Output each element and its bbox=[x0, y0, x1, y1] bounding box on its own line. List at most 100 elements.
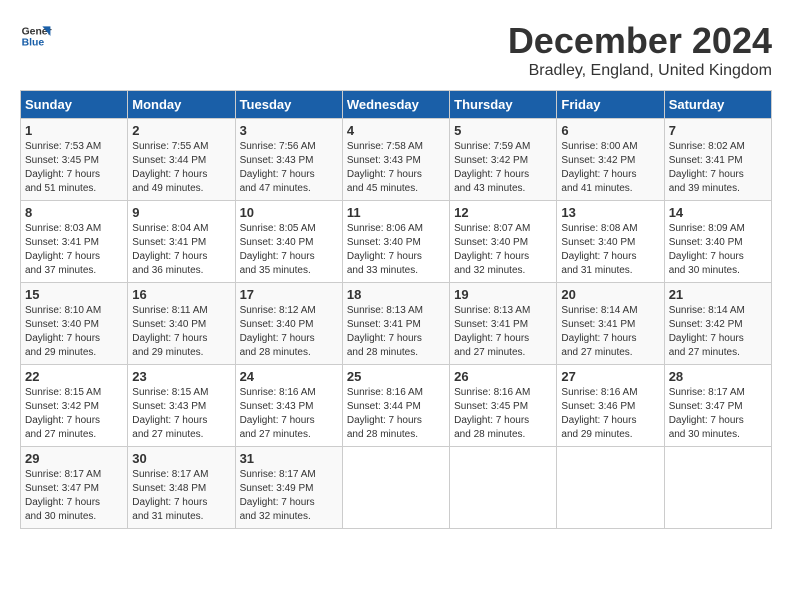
day-info: Sunrise: 8:17 AM Sunset: 3:49 PM Dayligh… bbox=[240, 468, 338, 524]
day-cell bbox=[664, 447, 771, 529]
day-info: Sunrise: 8:17 AM Sunset: 3:48 PM Dayligh… bbox=[132, 468, 230, 524]
day-cell: 11 Sunrise: 8:06 AM Sunset: 3:40 PM Dayli… bbox=[342, 201, 449, 283]
day-cell: 9 Sunrise: 8:04 AM Sunset: 3:41 PM Daylig… bbox=[128, 201, 235, 283]
day-cell: 27Sunrise: 8:16 AM Sunset: 3:46 PM Dayli… bbox=[557, 365, 664, 447]
page-header: General Blue December 2024 Bradley, Engl… bbox=[20, 20, 772, 80]
day-info: Sunrise: 8:04 AM Sunset: 3:41 PM Dayligh… bbox=[132, 222, 230, 278]
day-info: Sunrise: 8:08 AM Sunset: 3:40 PM Dayligh… bbox=[561, 222, 659, 278]
day-number: 11 bbox=[347, 205, 445, 220]
day-number: 9 bbox=[132, 205, 230, 220]
day-info: Sunrise: 8:11 AM Sunset: 3:40 PM Dayligh… bbox=[132, 304, 230, 360]
logo: General Blue bbox=[20, 20, 52, 52]
day-number: 5 bbox=[454, 123, 552, 138]
day-number: 3 bbox=[240, 123, 338, 138]
day-cell bbox=[557, 447, 664, 529]
day-cell: 2 Sunrise: 7:55 AM Sunset: 3:44 PM Daylig… bbox=[128, 119, 235, 201]
day-info: Sunrise: 8:13 AM Sunset: 3:41 PM Dayligh… bbox=[347, 304, 445, 360]
day-number: 18 bbox=[347, 287, 445, 302]
day-number: 22 bbox=[25, 369, 123, 384]
day-cell: 26Sunrise: 8:16 AM Sunset: 3:45 PM Dayli… bbox=[450, 365, 557, 447]
day-cell: 14Sunrise: 8:09 AM Sunset: 3:40 PM Dayli… bbox=[664, 201, 771, 283]
day-number: 25 bbox=[347, 369, 445, 384]
day-cell: 3Sunrise: 7:56 AM Sunset: 3:43 PM Daylig… bbox=[235, 119, 342, 201]
day-cell: 29Sunrise: 8:17 AM Sunset: 3:47 PM Dayli… bbox=[21, 447, 128, 529]
day-number: 19 bbox=[454, 287, 552, 302]
day-info: Sunrise: 8:07 AM Sunset: 3:40 PM Dayligh… bbox=[454, 222, 552, 278]
day-number: 24 bbox=[240, 369, 338, 384]
day-info: Sunrise: 8:02 AM Sunset: 3:41 PM Dayligh… bbox=[669, 140, 767, 196]
header-saturday: Saturday bbox=[664, 91, 771, 119]
day-info: Sunrise: 8:05 AM Sunset: 3:40 PM Dayligh… bbox=[240, 222, 338, 278]
week-row-2: 8 Sunrise: 8:03 AM Sunset: 3:41 PM Daylig… bbox=[21, 201, 772, 283]
day-number: 16 bbox=[132, 287, 230, 302]
day-info: Sunrise: 8:15 AM Sunset: 3:42 PM Dayligh… bbox=[25, 386, 123, 442]
day-cell: 6 Sunrise: 8:00 AM Sunset: 3:42 PM Daylig… bbox=[557, 119, 664, 201]
day-info: Sunrise: 8:03 AM Sunset: 3:41 PM Dayligh… bbox=[25, 222, 123, 278]
day-cell: 25 Sunrise: 8:16 AM Sunset: 3:44 PM Dayli… bbox=[342, 365, 449, 447]
day-cell: 15 Sunrise: 8:10 AM Sunset: 3:40 PM Dayli… bbox=[21, 283, 128, 365]
day-info: Sunrise: 8:14 AM Sunset: 3:42 PM Dayligh… bbox=[669, 304, 767, 360]
day-info: Sunrise: 8:12 AM Sunset: 3:40 PM Dayligh… bbox=[240, 304, 338, 360]
day-info: Sunrise: 7:53 AM Sunset: 3:45 PM Dayligh… bbox=[25, 140, 123, 196]
day-cell: 1 Sunrise: 7:53 AM Sunset: 3:45 PM Daylig… bbox=[21, 119, 128, 201]
header-monday: Monday bbox=[128, 91, 235, 119]
header-sunday: Sunday bbox=[21, 91, 128, 119]
day-info: Sunrise: 8:06 AM Sunset: 3:40 PM Dayligh… bbox=[347, 222, 445, 278]
day-info: Sunrise: 8:16 AM Sunset: 3:46 PM Dayligh… bbox=[561, 386, 659, 442]
day-cell: 19 Sunrise: 8:13 AM Sunset: 3:41 PM Dayli… bbox=[450, 283, 557, 365]
day-cell: 10Sunrise: 8:05 AM Sunset: 3:40 PM Dayli… bbox=[235, 201, 342, 283]
day-cell: 13 Sunrise: 8:08 AM Sunset: 3:40 PM Dayli… bbox=[557, 201, 664, 283]
day-number: 21 bbox=[669, 287, 767, 302]
day-number: 12 bbox=[454, 205, 552, 220]
day-info: Sunrise: 8:10 AM Sunset: 3:40 PM Dayligh… bbox=[25, 304, 123, 360]
day-cell: 28 Sunrise: 8:17 AM Sunset: 3:47 PM Dayli… bbox=[664, 365, 771, 447]
day-number: 6 bbox=[561, 123, 659, 138]
day-cell: 17Sunrise: 8:12 AM Sunset: 3:40 PM Dayli… bbox=[235, 283, 342, 365]
day-info: Sunrise: 8:17 AM Sunset: 3:47 PM Dayligh… bbox=[25, 468, 123, 524]
day-number: 15 bbox=[25, 287, 123, 302]
day-number: 28 bbox=[669, 369, 767, 384]
day-info: Sunrise: 7:55 AM Sunset: 3:44 PM Dayligh… bbox=[132, 140, 230, 196]
day-cell: 8 Sunrise: 8:03 AM Sunset: 3:41 PM Daylig… bbox=[21, 201, 128, 283]
day-info: Sunrise: 8:14 AM Sunset: 3:41 PM Dayligh… bbox=[561, 304, 659, 360]
week-row-5: 29Sunrise: 8:17 AM Sunset: 3:47 PM Dayli… bbox=[21, 447, 772, 529]
day-cell: 18 Sunrise: 8:13 AM Sunset: 3:41 PM Dayli… bbox=[342, 283, 449, 365]
day-cell: 31Sunrise: 8:17 AM Sunset: 3:49 PM Dayli… bbox=[235, 447, 342, 529]
day-info: Sunrise: 8:16 AM Sunset: 3:44 PM Dayligh… bbox=[347, 386, 445, 442]
day-number: 14 bbox=[669, 205, 767, 220]
day-info: Sunrise: 8:15 AM Sunset: 3:43 PM Dayligh… bbox=[132, 386, 230, 442]
day-number: 20 bbox=[561, 287, 659, 302]
day-number: 4 bbox=[347, 123, 445, 138]
week-row-4: 22 Sunrise: 8:15 AM Sunset: 3:42 PM Dayli… bbox=[21, 365, 772, 447]
week-row-3: 15 Sunrise: 8:10 AM Sunset: 3:40 PM Dayli… bbox=[21, 283, 772, 365]
day-info: Sunrise: 8:13 AM Sunset: 3:41 PM Dayligh… bbox=[454, 304, 552, 360]
day-cell: 23 Sunrise: 8:15 AM Sunset: 3:43 PM Dayli… bbox=[128, 365, 235, 447]
day-cell: 20 Sunrise: 8:14 AM Sunset: 3:41 PM Dayli… bbox=[557, 283, 664, 365]
day-info: Sunrise: 8:17 AM Sunset: 3:47 PM Dayligh… bbox=[669, 386, 767, 442]
day-number: 23 bbox=[132, 369, 230, 384]
header-row: SundayMondayTuesdayWednesdayThursdayFrid… bbox=[21, 91, 772, 119]
day-cell: 22 Sunrise: 8:15 AM Sunset: 3:42 PM Dayli… bbox=[21, 365, 128, 447]
day-cell: 21 Sunrise: 8:14 AM Sunset: 3:42 PM Dayli… bbox=[664, 283, 771, 365]
day-cell: 4 Sunrise: 7:58 AM Sunset: 3:43 PM Daylig… bbox=[342, 119, 449, 201]
day-cell: 7 Sunrise: 8:02 AM Sunset: 3:41 PM Daylig… bbox=[664, 119, 771, 201]
day-cell: 24 Sunrise: 8:16 AM Sunset: 3:43 PM Dayli… bbox=[235, 365, 342, 447]
day-number: 30 bbox=[132, 451, 230, 466]
day-number: 7 bbox=[669, 123, 767, 138]
header-tuesday: Tuesday bbox=[235, 91, 342, 119]
month-title: December 2024 bbox=[508, 20, 772, 62]
header-friday: Friday bbox=[557, 91, 664, 119]
day-info: Sunrise: 8:00 AM Sunset: 3:42 PM Dayligh… bbox=[561, 140, 659, 196]
header-thursday: Thursday bbox=[450, 91, 557, 119]
location: Bradley, England, United Kingdom bbox=[508, 62, 772, 80]
calendar-table: SundayMondayTuesdayWednesdayThursdayFrid… bbox=[20, 90, 772, 529]
day-cell: 5Sunrise: 7:59 AM Sunset: 3:42 PM Daylig… bbox=[450, 119, 557, 201]
day-number: 1 bbox=[25, 123, 123, 138]
day-info: Sunrise: 7:58 AM Sunset: 3:43 PM Dayligh… bbox=[347, 140, 445, 196]
day-number: 13 bbox=[561, 205, 659, 220]
day-info: Sunrise: 8:16 AM Sunset: 3:43 PM Dayligh… bbox=[240, 386, 338, 442]
day-cell bbox=[450, 447, 557, 529]
header-wednesday: Wednesday bbox=[342, 91, 449, 119]
day-number: 8 bbox=[25, 205, 123, 220]
day-number: 2 bbox=[132, 123, 230, 138]
